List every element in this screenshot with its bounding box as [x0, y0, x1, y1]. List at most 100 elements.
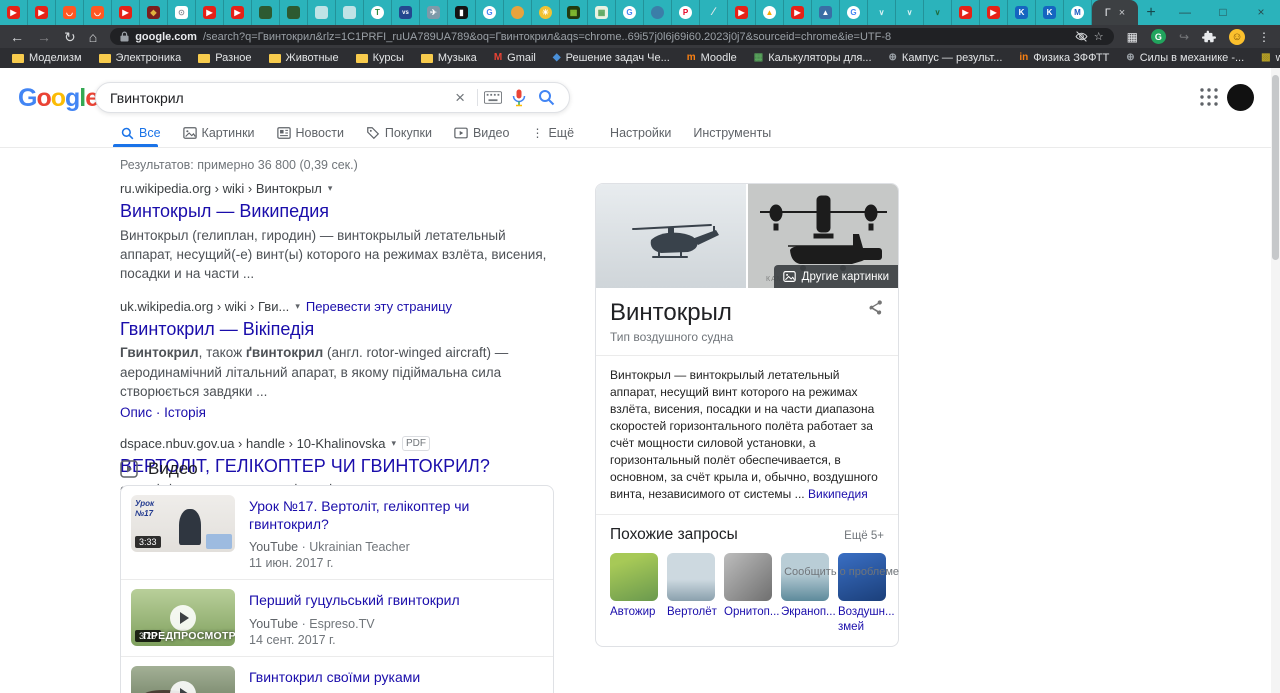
browser-tab[interactable]: G	[840, 0, 868, 25]
bookmark-item[interactable]: M Gmail	[494, 52, 536, 64]
browser-tab[interactable]	[336, 0, 364, 25]
browser-tab[interactable]: ▦	[560, 0, 588, 25]
result-sublinks[interactable]: Опис · Історія	[120, 405, 548, 420]
browser-tab[interactable]: ▶	[952, 0, 980, 25]
share-icon[interactable]	[867, 299, 884, 316]
tab-all[interactable]: Все	[110, 126, 172, 140]
account-avatar[interactable]	[1227, 84, 1254, 111]
browser-tab[interactable]: P	[672, 0, 700, 25]
tab-more[interactable]: ⋮ Ещё	[520, 126, 585, 140]
video-result[interactable]: 3:25 ПРЕДПРОСМОТР Гвинтокрил своїми рука…	[121, 655, 553, 693]
browser-tab[interactable]: G	[616, 0, 644, 25]
more-images-button[interactable]: Другие картинки	[773, 265, 898, 288]
grammarly-extension-icon[interactable]: G	[1150, 29, 1166, 44]
breadcrumb[interactable]: ru.wikipedia.org › wiki › Винтокрыл ▾	[120, 181, 548, 196]
tab-shopping[interactable]: Покупки	[355, 126, 443, 140]
microphone-icon[interactable]	[512, 89, 526, 107]
profile-avatar-icon[interactable]: ☺	[1229, 28, 1245, 45]
tab-images[interactable]: Картинки	[172, 126, 266, 140]
google-apps-grid-icon[interactable]	[1200, 88, 1218, 106]
chevron-down-icon[interactable]: ▾	[328, 183, 333, 194]
breadcrumb[interactable]: dspace.nbuv.gov.ua › handle › 10-Khalino…	[120, 435, 548, 451]
helicopter-photo[interactable]	[596, 184, 746, 288]
video-title[interactable]: Урок №17. Вертоліт, гелікоптер чи гвинто…	[249, 497, 543, 533]
browser-tab[interactable]: ▶	[784, 0, 812, 25]
video-thumbnail[interactable]: 3:25 ПРЕДПРОСМОТР	[131, 665, 235, 693]
browser-tab[interactable]: ◡	[84, 0, 112, 25]
bookmark-item[interactable]: Моделизм	[12, 52, 82, 64]
browser-tab[interactable]: ✈	[420, 0, 448, 25]
browser-tab[interactable]: ▦	[588, 0, 616, 25]
active-tab[interactable]: Г ×	[1092, 0, 1138, 25]
result-title[interactable]: Винтокрыл — Википедия	[120, 200, 548, 223]
tab-tools[interactable]: Инструменты	[682, 126, 782, 140]
browser-tab[interactable]: ∨	[896, 0, 924, 25]
translate-link[interactable]: Перевести эту страницу	[306, 299, 452, 314]
keyboard-icon[interactable]	[484, 91, 502, 104]
browser-tab[interactable]: T	[364, 0, 392, 25]
minimize-button[interactable]: —	[1166, 0, 1204, 25]
chevron-down-icon[interactable]: ▾	[391, 438, 396, 449]
browser-tab[interactable]: ▮	[448, 0, 476, 25]
tab-close-icon[interactable]: ×	[1119, 7, 1125, 19]
eye-hidden-icon[interactable]	[1075, 30, 1088, 43]
bookmark-item[interactable]: Музыка	[420, 52, 477, 64]
new-tab-button[interactable]: +	[1138, 4, 1164, 22]
search-input[interactable]: Гвинтокрил	[110, 90, 449, 106]
browser-tab[interactable]	[252, 0, 280, 25]
browser-tab[interactable]	[308, 0, 336, 25]
wikipedia-link[interactable]: Википедия	[808, 487, 868, 501]
reload-icon[interactable]: ↻	[64, 30, 76, 44]
browser-tab[interactable]: ▶	[28, 0, 56, 25]
video-result[interactable]: Урок №17 3:33 Урок №17. Вертоліт, геліко…	[121, 486, 553, 579]
browser-tab[interactable]: ☀	[532, 0, 560, 25]
browser-tab[interactable]: ▶	[0, 0, 28, 25]
tab-settings[interactable]: Настройки	[599, 126, 682, 140]
bookmark-star-icon[interactable]: ☆	[1094, 30, 1104, 43]
video-title[interactable]: Гвинтокрил своїми руками	[249, 668, 441, 686]
browser-tab[interactable]: ▲	[756, 0, 784, 25]
home-icon[interactable]: ⌂	[89, 30, 97, 44]
browser-tab[interactable]: ◆	[140, 0, 168, 25]
browser-tab[interactable]: ▶	[980, 0, 1008, 25]
close-button[interactable]: ×	[1242, 0, 1280, 25]
bookmark-item[interactable]: Курсы	[355, 52, 404, 64]
bookmark-item[interactable]: Разное	[198, 52, 252, 64]
video-result[interactable]: 3:29 ПРЕДПРОСМОТР Перший гуцульський гви…	[121, 579, 553, 655]
browser-tab[interactable]: ∨	[924, 0, 952, 25]
extensions-puzzle-icon[interactable]	[1202, 30, 1216, 44]
video-title[interactable]: Перший гуцульський гвинтокрил	[249, 591, 460, 609]
tab-news[interactable]: Новости	[266, 126, 355, 140]
search-submit-icon[interactable]	[538, 89, 555, 106]
bookmark-item[interactable]: in Физика ЗФФТТ	[1019, 52, 1109, 64]
address-bar[interactable]: google.com/search?q=Гвинтокрил&rlz=1C1PR…	[110, 28, 1114, 45]
browser-tab[interactable]: K	[1036, 0, 1064, 25]
video-thumbnail[interactable]: Урок №17 3:33	[131, 495, 235, 552]
qr-code-icon[interactable]: ▦	[1127, 31, 1138, 43]
browser-tab[interactable]: ◡	[56, 0, 84, 25]
clear-icon[interactable]: ×	[449, 88, 471, 108]
browser-tab[interactable]: ▶	[728, 0, 756, 25]
browser-tab[interactable]: ▶	[196, 0, 224, 25]
bookmark-item[interactable]: ▦ Калькуляторы для...	[754, 52, 872, 64]
page-scrollbar[interactable]	[1271, 68, 1280, 693]
bookmark-item[interactable]: ⊕ Кампус — результ...	[889, 52, 1003, 64]
browser-tab[interactable]: K	[1008, 0, 1036, 25]
browser-tab[interactable]: ∕	[700, 0, 728, 25]
search-box[interactable]: Гвинтокрил ×	[95, 82, 570, 113]
feedback-link[interactable]: Сообщить о проблеме	[595, 566, 899, 578]
maximize-button[interactable]: □	[1204, 0, 1242, 25]
browser-tab[interactable]	[280, 0, 308, 25]
browser-tab[interactable]	[644, 0, 672, 25]
bookmark-item[interactable]: ▩ www.falstad.com/ci...	[1261, 52, 1280, 64]
browser-tab[interactable]: ▶	[112, 0, 140, 25]
google-logo[interactable]: Google	[18, 84, 99, 113]
forward-icon[interactable]: →	[37, 30, 51, 44]
browser-tab[interactable]: ⊙	[168, 0, 196, 25]
bookmark-item[interactable]: Электроника	[98, 52, 181, 64]
browser-tab[interactable]	[504, 0, 532, 25]
result-title[interactable]: Гвинтокрил — Вікіпедія	[120, 318, 548, 341]
share-dim-icon[interactable]: ↪	[1179, 31, 1189, 43]
bookmark-item[interactable]: m Moodle	[687, 52, 737, 64]
bookmark-item[interactable]: ◆ Решение задач Че...	[553, 52, 670, 64]
